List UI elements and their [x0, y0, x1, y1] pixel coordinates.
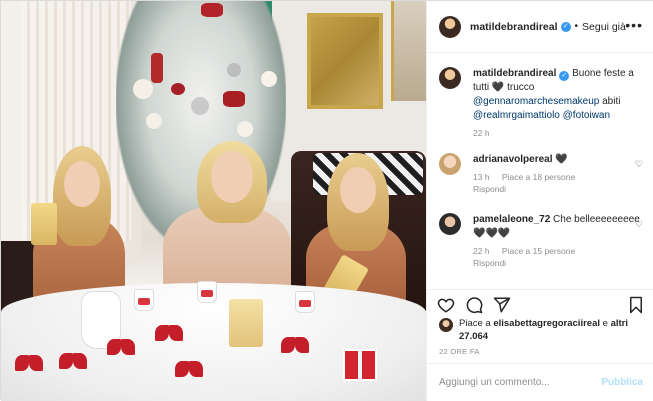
- mention-link[interactable]: @fotoiwan: [563, 110, 610, 121]
- heart-icon[interactable]: [437, 296, 455, 314]
- bookmark-icon[interactable]: [627, 296, 645, 314]
- avatar[interactable]: [439, 318, 453, 332]
- avatar[interactable]: [439, 15, 461, 38]
- comment-like-heart-icon[interactable]: ♡: [635, 159, 643, 170]
- comment-icon[interactable]: [465, 296, 483, 314]
- comment-input[interactable]: [439, 377, 602, 388]
- comment-time[interactable]: 22 h: [473, 246, 490, 256]
- comment-time[interactable]: 13 h: [473, 172, 490, 182]
- comment-likes[interactable]: Piace a 15 persone: [502, 246, 575, 256]
- comment-item: pamelaleone_72 Che belleeeeeeeee🖤🖤🖤 22 h…: [439, 213, 645, 269]
- comment-item: adrianavolpereal 🖤 13 h Piace a 18 perso…: [439, 153, 645, 195]
- caption-username[interactable]: matildebrandireal: [473, 68, 556, 79]
- post-date[interactable]: 22 ORE FA: [439, 347, 480, 356]
- add-comment-bar: Pubblica: [427, 363, 653, 401]
- post-photo[interactable]: [1, 1, 426, 401]
- caption: matildebrandireal ✓ Buone feste a tutti 🖤…: [439, 67, 645, 139]
- comment-text: 🖤: [555, 154, 568, 165]
- comments-list[interactable]: matildebrandireal ✓ Buone feste a tutti 🖤…: [427, 53, 653, 289]
- instagram-post-dialog: matildebrandireal ✓ • Segui già ••• mati…: [0, 0, 653, 401]
- likes-summary: Piace a elisabettagregoraciireal e altri…: [439, 317, 645, 343]
- separator-dot: •: [574, 21, 579, 32]
- more-options-button[interactable]: •••: [625, 17, 643, 33]
- mention-link[interactable]: @realmrgaimattiolo: [473, 110, 560, 121]
- avatar[interactable]: [439, 67, 461, 89]
- reply-button[interactable]: Rispondi: [473, 184, 506, 194]
- comment-username[interactable]: pamelaleone_72: [473, 214, 550, 225]
- verified-icon: ✓: [559, 71, 570, 81]
- comment-likes[interactable]: Piace a 18 persone: [502, 172, 575, 182]
- liker-username[interactable]: elisabettagregoraciireal: [493, 318, 600, 329]
- avatar[interactable]: [439, 213, 461, 235]
- reply-button[interactable]: Rispondi: [473, 258, 506, 268]
- comment-username[interactable]: adrianavolpereal: [473, 154, 552, 165]
- follow-button[interactable]: Segui già: [582, 21, 626, 33]
- post-side-panel: matildebrandireal ✓ • Segui già ••• mati…: [426, 1, 653, 401]
- gift-box: [343, 349, 377, 381]
- gold-painting: [307, 13, 383, 109]
- caption-time[interactable]: 22 h: [473, 128, 490, 138]
- paper-plane-icon[interactable]: [493, 296, 511, 314]
- post-header: matildebrandireal ✓ • Segui già •••: [427, 1, 653, 53]
- verified-icon: ✓: [560, 21, 571, 32]
- publish-button[interactable]: Pubblica: [601, 377, 643, 388]
- action-bar: [427, 289, 653, 317]
- mention-link[interactable]: @gennaromarchesemakeup: [473, 96, 599, 107]
- username-link[interactable]: matildebrandireal: [470, 21, 558, 33]
- comment-like-heart-icon[interactable]: ♡: [635, 219, 643, 230]
- avatar[interactable]: [439, 153, 461, 175]
- heart-emoji: 🖤: [491, 82, 505, 93]
